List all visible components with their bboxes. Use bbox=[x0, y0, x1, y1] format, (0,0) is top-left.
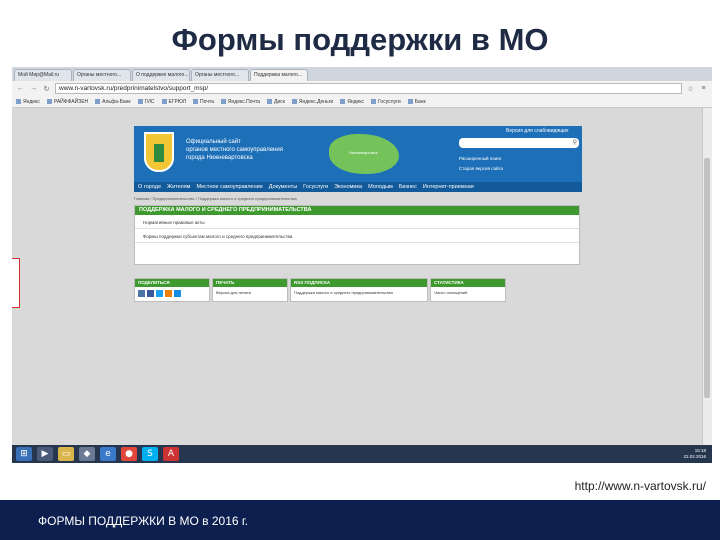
bookmark[interactable]: ГИС bbox=[138, 99, 155, 105]
footer-bar: ФОРМЫ ПОДДЕРЖКИ В МО в 2016 г. bbox=[0, 500, 720, 540]
bookmark[interactable]: РАЙФФАЙЗЕН bbox=[47, 99, 88, 105]
acrobat-icon[interactable]: A bbox=[163, 447, 179, 461]
rss-link[interactable]: Поддержка малого и среднего предпринимат… bbox=[291, 287, 427, 298]
print-link[interactable]: Версия для печати bbox=[213, 287, 287, 298]
odnoklassniki-icon[interactable] bbox=[165, 290, 172, 297]
rss-widget: RSS ПОДПИСКА Поддержка малого и среднего… bbox=[290, 278, 428, 302]
stats-link[interactable]: Число посещений bbox=[431, 287, 505, 298]
bookmark[interactable]: Альфа-Банк bbox=[95, 99, 130, 105]
forward-icon[interactable]: → bbox=[29, 85, 38, 92]
bookmark[interactable]: Почта bbox=[193, 99, 214, 105]
stats-widget: СТАТИСТИКА Число посещений bbox=[430, 278, 506, 302]
bookmarks-bar: Яндекс РАЙФФАЙЗЕН Альфа-Банк ГИС ЕГРЮЛ П… bbox=[12, 96, 712, 108]
menu-item[interactable]: Бизнес bbox=[399, 184, 417, 190]
map-label: Нижневартовск bbox=[349, 150, 378, 155]
share-widget: ПОДЕЛИТЬСЯ bbox=[134, 278, 210, 302]
coat-of-arms-icon[interactable] bbox=[144, 132, 174, 172]
section-link[interactable]: Формы поддержки субъектам малого и средн… bbox=[135, 229, 579, 243]
search-input[interactable]: ⚲ bbox=[459, 138, 579, 148]
browser-tab[interactable]: Органы местного... bbox=[191, 69, 249, 81]
menu-item[interactable]: Жителям bbox=[167, 184, 190, 190]
widget-title: RSS ПОДПИСКА bbox=[291, 279, 427, 287]
star-icon[interactable]: ☆ bbox=[686, 85, 695, 93]
start-icon[interactable]: ⊞ bbox=[16, 447, 32, 461]
accessibility-link[interactable]: Версия для слабовидящих bbox=[506, 128, 569, 134]
tray-date[interactable]: 22.02.2016 bbox=[683, 454, 706, 460]
bookmark[interactable]: Банк bbox=[408, 99, 426, 105]
menu-item[interactable]: Госуслуги bbox=[303, 184, 328, 190]
menu-item[interactable]: Молодым bbox=[368, 184, 393, 190]
vk-icon[interactable] bbox=[138, 290, 145, 297]
browser-tab-bar: Мой Мир@Mail.ru Органы местного... О под… bbox=[12, 67, 712, 81]
windows-taskbar: ⊞ ▶ ▭ ◆ e ● S A 15:18 22.02.2016 bbox=[12, 445, 712, 463]
bookmark[interactable]: Яндекс.Деньги bbox=[292, 99, 333, 105]
back-icon[interactable]: ← bbox=[16, 85, 25, 92]
menu-item[interactable]: Экономика bbox=[334, 184, 362, 190]
system-tray: 15:18 22.02.2016 bbox=[683, 448, 706, 460]
header-links: Расширенный поиск Старая версия сайта bbox=[459, 154, 503, 174]
main-menu: О городе Жителям Местное самоуправление … bbox=[134, 182, 582, 192]
browser-tab[interactable]: Органы местного... bbox=[73, 69, 131, 81]
address-bar: ← → ↻ www.n-vartovsk.ru/predprinimatelst… bbox=[12, 81, 712, 96]
menu-icon[interactable]: ≡ bbox=[699, 85, 708, 92]
footer-text: ФОРМЫ ПОДДЕРЖКИ В МО в 2016 г. bbox=[38, 514, 249, 528]
bookmark[interactable]: Госуслуги bbox=[371, 99, 401, 105]
breadcrumb[interactable]: Главная / Предпринимательство / Поддержк… bbox=[134, 196, 297, 201]
reload-icon[interactable]: ↻ bbox=[42, 85, 51, 93]
old-version-link[interactable]: Старая версия сайта bbox=[459, 164, 503, 174]
skype-icon[interactable]: S bbox=[142, 447, 158, 461]
widget-title: ПОДЕЛИТЬСЯ bbox=[135, 279, 209, 287]
bookmark[interactable]: Диск bbox=[267, 99, 285, 105]
menu-item[interactable]: О городе bbox=[138, 184, 161, 190]
feedback-tab[interactable] bbox=[12, 258, 20, 308]
browser-tab[interactable]: Мой Мир@Mail.ru bbox=[14, 69, 72, 81]
region-map-icon: Нижневартовск bbox=[329, 134, 399, 174]
web-page: Официальный сайт органов местного самоуп… bbox=[12, 108, 702, 445]
print-widget: ПЕЧАТЬ Версия для печати bbox=[212, 278, 288, 302]
browser-tab[interactable]: О поддержке малого... bbox=[132, 69, 190, 81]
bookmark[interactable]: Яндекс.Почта bbox=[221, 99, 260, 105]
ie-icon[interactable]: e bbox=[100, 447, 116, 461]
support-section: ПОДДЕРЖКА МАЛОГО И СРЕДНЕГО ПРЕДПРИНИМАТ… bbox=[134, 205, 580, 265]
media-player-icon[interactable]: ▶ bbox=[37, 447, 53, 461]
advanced-search-link[interactable]: Расширенный поиск bbox=[459, 154, 503, 164]
explorer-icon[interactable]: ▭ bbox=[58, 447, 74, 461]
scrollbar-thumb[interactable] bbox=[704, 158, 710, 398]
app-icon[interactable]: ◆ bbox=[79, 447, 95, 461]
menu-item[interactable]: Местное самоуправление bbox=[196, 184, 262, 190]
browser-screenshot: Мой Мир@Mail.ru Органы местного... О под… bbox=[12, 67, 712, 463]
menu-item[interactable]: Интернет-приемная bbox=[423, 184, 474, 190]
section-title: ПОДДЕРЖКА МАЛОГО И СРЕДНЕГО ПРЕДПРИНИМАТ… bbox=[135, 206, 579, 215]
widget-title: ПЕЧАТЬ bbox=[213, 279, 287, 287]
url-input[interactable]: www.n-vartovsk.ru/predprinimatelstvo/sup… bbox=[55, 83, 682, 94]
menu-item[interactable]: Документы bbox=[269, 184, 297, 190]
widgets-row: ПОДЕЛИТЬСЯ ПЕЧАТЬ Версия для печати RSS … bbox=[134, 278, 506, 302]
slide-title: Формы поддержки в МО bbox=[171, 22, 549, 57]
section-link[interactable]: Нормативные правовые акты bbox=[135, 215, 579, 229]
browser-tab-active[interactable]: Поддержка малого... bbox=[250, 69, 308, 81]
mail-icon[interactable] bbox=[174, 290, 181, 297]
share-icons bbox=[135, 287, 209, 300]
facebook-icon[interactable] bbox=[147, 290, 154, 297]
site-header: Официальный сайт органов местного самоуп… bbox=[134, 126, 582, 182]
search-icon[interactable]: ⚲ bbox=[573, 139, 577, 146]
source-url-caption: http://www.n-vartovsk.ru/ bbox=[574, 479, 706, 493]
bookmark[interactable]: Яндекс bbox=[340, 99, 364, 105]
page-scrollbar[interactable] bbox=[702, 108, 712, 445]
site-name[interactable]: Официальный сайт органов местного самоуп… bbox=[186, 138, 316, 162]
widget-title: СТАТИСТИКА bbox=[431, 279, 505, 287]
chrome-icon[interactable]: ● bbox=[121, 447, 137, 461]
twitter-icon[interactable] bbox=[156, 290, 163, 297]
bookmark[interactable]: Яндекс bbox=[16, 99, 40, 105]
bookmark[interactable]: ЕГРЮЛ bbox=[162, 99, 187, 105]
